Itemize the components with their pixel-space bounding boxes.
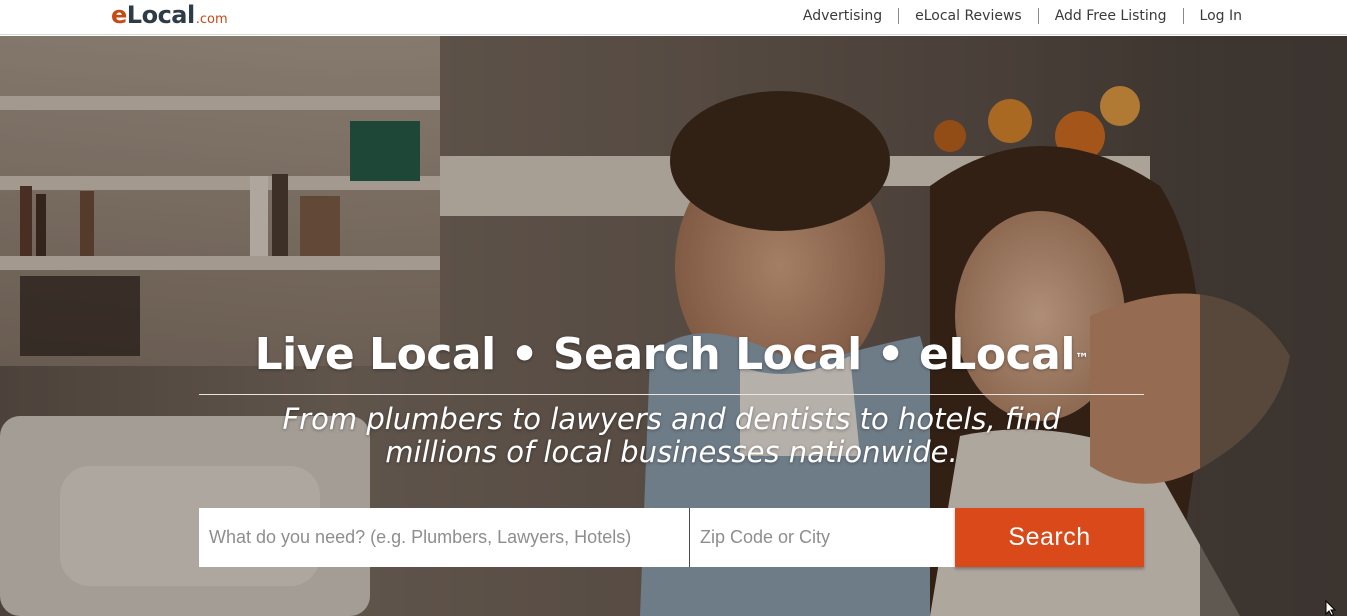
nav-add-free-listing[interactable]: Add Free Listing: [1039, 6, 1183, 26]
nav-log-in[interactable]: Log In: [1184, 6, 1242, 26]
trademark-symbol: ™: [1074, 351, 1089, 367]
search-form: Search: [199, 508, 1144, 567]
mouse-cursor-icon: [1325, 600, 1337, 616]
tagline-line-1: From plumbers to lawyers and dentists to…: [282, 402, 1061, 436]
hero-headline: Live Local • Search Local • eLocal™: [199, 327, 1144, 383]
hero-tagline: From plumbers to lawyers and dentists to…: [199, 403, 1144, 469]
tagline-line-2: millions of local businesses nationwide.: [385, 435, 958, 469]
logo-text: eLocal: [111, 0, 195, 30]
search-button[interactable]: Search: [955, 508, 1144, 567]
headline-text: Live Local • Search Local • eLocal: [254, 329, 1076, 380]
elocal-logo[interactable]: eLocal .com: [111, 0, 228, 30]
logo-suffix: .com: [195, 12, 228, 27]
top-nav: Advertising eLocal Reviews Add Free List…: [787, 6, 1242, 26]
headline-divider: [199, 394, 1144, 395]
top-bar: eLocal .com Advertising eLocal Reviews A…: [0, 0, 1347, 35]
location-input[interactable]: [690, 508, 955, 567]
nav-elocal-reviews[interactable]: eLocal Reviews: [899, 6, 1038, 26]
logo-e: e: [111, 1, 127, 29]
service-search-input[interactable]: [199, 508, 690, 567]
logo-main-text: Local: [126, 1, 195, 29]
nav-advertising[interactable]: Advertising: [787, 6, 898, 26]
